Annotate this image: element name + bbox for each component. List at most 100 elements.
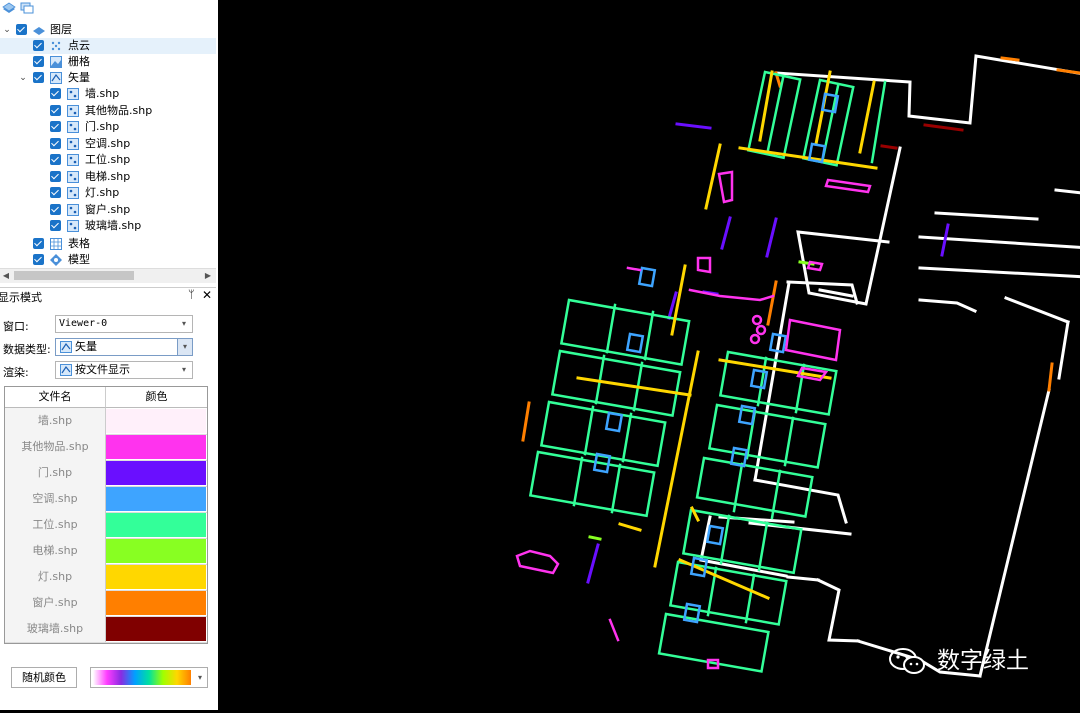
color-swatch[interactable]: [106, 409, 206, 433]
tree-node-label: 玻璃墙.shp: [85, 219, 142, 232]
layer-panel: ⌄ 图层 点云 栅格 ⌄ 矢量 墙.shp 其他物品.shp 门.shp 空调.shp…: [0, 0, 218, 710]
tree-node-table[interactable]: 表格: [0, 236, 216, 252]
checkbox-table[interactable]: [33, 238, 44, 249]
panel-title: 显示模式: [0, 291, 42, 304]
tree-node-vector[interactable]: ⌄ 矢量: [0, 70, 216, 86]
checkbox-vector-file[interactable]: [50, 187, 61, 198]
row-filename: 玻璃墙.shp: [5, 616, 106, 642]
checkbox-vector-file[interactable]: [50, 88, 61, 99]
color-swatch[interactable]: [106, 565, 206, 589]
checkbox-vector[interactable]: [33, 72, 44, 83]
tree-node-point-cloud[interactable]: 点云: [0, 38, 216, 54]
scrollbar-thumb[interactable]: [14, 271, 134, 280]
tree-node-vector-file[interactable]: 空调.shp: [0, 136, 216, 152]
table-icon: [50, 238, 62, 250]
windows-icon[interactable]: [20, 2, 34, 14]
display-mode-header: 显示模式 ᛘ ✕: [0, 287, 216, 304]
render-select[interactable]: 按文件显示 ▾: [55, 361, 193, 379]
row-filename: 灯.shp: [5, 564, 106, 590]
window-label: 窗口:: [3, 320, 29, 333]
point-cloud-icon: [50, 40, 62, 52]
vector-icon: [50, 72, 62, 84]
model-icon: [50, 254, 62, 266]
tree-node-vector-file[interactable]: 灯.shp: [0, 185, 216, 201]
color-swatch[interactable]: [106, 435, 206, 459]
datatype-select[interactable]: 矢量 ▾: [55, 338, 193, 356]
color-ramp-select[interactable]: ▾: [90, 667, 208, 688]
chevron-down-icon[interactable]: ▾: [178, 316, 190, 332]
row-filename: 其他物品.shp: [5, 434, 106, 460]
table-row[interactable]: 窗户.shp: [5, 590, 207, 617]
chevron-down-icon[interactable]: ▾: [178, 362, 190, 378]
checkbox-vector-file[interactable]: [50, 154, 61, 165]
scroll-left-icon[interactable]: ◀: [0, 269, 12, 283]
door-segments: [586, 122, 950, 584]
checkbox-model[interactable]: [33, 254, 44, 265]
chevron-down-icon[interactable]: ▾: [194, 668, 206, 687]
table-row[interactable]: 门.shp: [5, 460, 207, 487]
chevron-down-icon[interactable]: ⌄: [18, 70, 28, 86]
tree-node-vector-file[interactable]: 其他物品.shp: [0, 103, 216, 119]
row-filename: 墙.shp: [5, 408, 106, 434]
tree-node-vector-file[interactable]: 墙.shp: [0, 86, 216, 102]
table-row[interactable]: 墙.shp: [5, 408, 207, 435]
color-swatch[interactable]: [106, 617, 206, 641]
row-filename: 空调.shp: [5, 486, 106, 512]
pin-icon[interactable]: ᛘ: [188, 288, 195, 301]
table-row[interactable]: 玻璃墙.shp: [5, 616, 207, 643]
checkbox-vector-file[interactable]: [50, 104, 61, 116]
tree-node-layers[interactable]: ⌄ 图层: [0, 22, 216, 38]
chevron-down-icon[interactable]: ▾: [177, 339, 192, 355]
horizontal-scrollbar[interactable]: ◀ ▶: [0, 268, 216, 283]
layers-icon: [32, 24, 45, 36]
table-row[interactable]: 电梯.shp: [5, 538, 207, 565]
checkbox-vector-file[interactable]: [50, 203, 61, 215]
color-swatch[interactable]: [106, 513, 206, 537]
table-row[interactable]: 工位.shp: [5, 512, 207, 539]
watermark-text: 数字绿土: [937, 648, 1029, 674]
tree-node-vector-file[interactable]: 门.shp: [0, 119, 216, 135]
shapefile-icon: [67, 170, 79, 183]
ac-units: [592, 92, 840, 624]
tree-node-vector-file[interactable]: 工位.shp: [0, 152, 216, 168]
tree-node-label: 点云: [68, 39, 90, 52]
shapefile-icon: [67, 104, 79, 117]
table-row[interactable]: 灯.shp: [5, 564, 207, 591]
column-header-color[interactable]: 颜色: [106, 387, 207, 408]
random-color-button[interactable]: 随机颜色: [11, 667, 77, 688]
scroll-right-icon[interactable]: ▶: [202, 269, 214, 283]
color-swatch[interactable]: [106, 539, 206, 563]
tree-node-label: 门.shp: [85, 120, 120, 133]
color-swatch[interactable]: [106, 487, 206, 511]
tree-node-label: 空调.shp: [85, 136, 131, 150]
checkbox-vector-file[interactable]: [50, 137, 61, 149]
tree-node-label: 其他物品.shp: [85, 103, 153, 117]
table-row[interactable]: 空调.shp: [5, 486, 207, 513]
tree-node-label: 电梯.shp: [85, 169, 131, 183]
checkbox-raster[interactable]: [33, 56, 44, 67]
tree-node-vector-file[interactable]: 窗户.shp: [0, 202, 216, 218]
layers-icon[interactable]: [2, 2, 16, 14]
shapefile-icon: [67, 154, 79, 166]
checkbox-vector-file[interactable]: [50, 121, 61, 132]
table-row[interactable]: 其他物品.shp: [5, 434, 207, 461]
light-segments: [576, 70, 878, 600]
wechat-icon: [887, 646, 927, 676]
window-select[interactable]: Viewer-0 ▾: [55, 315, 193, 333]
tree-node-vector-file[interactable]: 玻璃墙.shp: [0, 218, 216, 234]
viewer-canvas[interactable]: 数字绿土: [220, 0, 1080, 710]
checkbox-vector-file[interactable]: [50, 220, 61, 231]
checkbox-vector-file[interactable]: [50, 170, 61, 182]
tree-node-vector-file[interactable]: 电梯.shp: [0, 169, 216, 185]
tree-node-model[interactable]: 模型: [0, 252, 216, 268]
render-select-value: 按文件显示: [75, 363, 130, 376]
checkbox-layers[interactable]: [16, 24, 27, 35]
color-swatch[interactable]: [106, 591, 206, 615]
datatype-label: 数据类型:: [3, 343, 51, 356]
close-icon[interactable]: ✕: [202, 288, 212, 302]
chevron-down-icon[interactable]: ⌄: [2, 22, 12, 38]
color-swatch[interactable]: [106, 461, 206, 485]
checkbox-point-cloud[interactable]: [33, 40, 44, 51]
tree-node-raster[interactable]: 栅格: [0, 54, 216, 70]
column-header-filename[interactable]: 文件名: [5, 387, 106, 408]
